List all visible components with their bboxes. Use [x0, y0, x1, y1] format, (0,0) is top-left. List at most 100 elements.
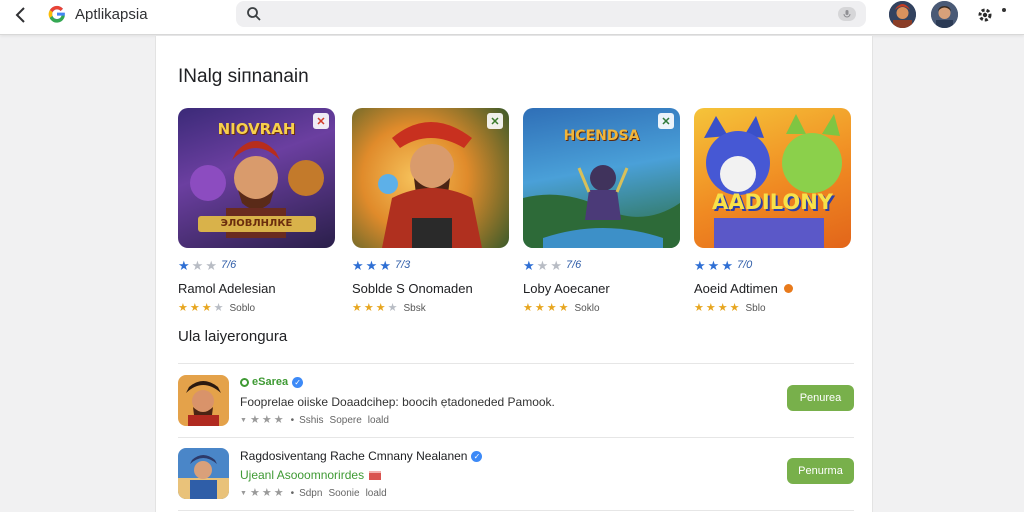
app-subtext: Sblo [745, 303, 766, 314]
developer-text: Ujeanl Asooomnorirdes [240, 468, 365, 482]
verified-icon: ✓ [292, 376, 304, 388]
star-icon: ★ [273, 414, 284, 426]
search-bar[interactable] [236, 1, 866, 27]
thumbnail-title: HCENDSA [563, 128, 640, 144]
star-icon: ★ [363, 302, 374, 314]
meta-text: Sshis [299, 415, 324, 426]
divider [178, 437, 854, 438]
list-item-description: Fooprelae oiiske Doaadcihep: boocih ẹtad… [240, 395, 555, 409]
list-item-title[interactable]: eSarea ✓ [240, 376, 304, 388]
featured-app-card[interactable]: AADILONY ★ ★ ★ 7/0 Aoeid Adtimen ★ ★ ★ ★… [694, 108, 854, 315]
settings-icon[interactable] [974, 4, 996, 26]
install-button[interactable]: Penurma [787, 458, 854, 484]
featured-section-title: INalg siпnanain [178, 66, 309, 87]
app-name[interactable]: Aoeid Adtimen [694, 281, 854, 296]
app-name[interactable]: Soblde S Onomaden [352, 281, 512, 296]
rating-row: ★ ★ ★ 7/6 [523, 258, 683, 272]
separator-dot: • [290, 488, 295, 499]
divider [178, 363, 854, 364]
star-icon: ★ [189, 302, 200, 314]
featured-app-card[interactable]: NIOVRAH ЭЛОВЛНЛКЕ ✕ ★ ★ ★ 7/6 Ramol Adel… [178, 108, 338, 315]
rating-row: ★ ★ ★ 7/3 [352, 258, 512, 272]
star-icon: ★ [694, 302, 704, 314]
meta-text: Soonie [328, 488, 360, 499]
star-icon: ★ [178, 302, 188, 314]
app-thumbnail[interactable]: HCENDSA ✕ [523, 108, 680, 248]
voice-search-icon[interactable] [838, 7, 856, 21]
star-icon: ★ [729, 302, 740, 314]
list-item[interactable]: eSarea ✓ Fooprelae oiiske Doaadcihep: bo… [178, 373, 854, 433]
separator-dot: • [290, 415, 295, 426]
star-icon: ★ [273, 487, 284, 499]
app-name[interactable]: Loby Aoecaner [523, 281, 683, 296]
rating-value: 7/6 [220, 259, 237, 271]
star-icon: ▼ [240, 490, 247, 497]
app-name-text: Aoeid Adtimen [694, 281, 778, 296]
app-thumbnail[interactable]: AADILONY [694, 108, 851, 248]
star-icon: ★ [191, 257, 204, 273]
top-app-bar: Aptlikapsia [0, 0, 1024, 35]
meta-text: Sopere [329, 415, 362, 426]
thumbnail-title: NIOVRAH [217, 120, 296, 138]
app-title-text: Ragdosiventang Rache Cmnany Nealanen [240, 449, 468, 463]
search-icon[interactable] [246, 6, 262, 22]
app-icon[interactable] [178, 375, 229, 426]
rating-row: ★ ★ ★ 7/0 [694, 258, 854, 272]
star-icon: ★ [205, 257, 217, 273]
rating-value: 7/6 [565, 259, 582, 271]
main-content-panel: INalg siпnanain NIOVRAH ЭЛОВЛНЛКЕ ✕ ★ ★ … [155, 36, 873, 512]
list-item-subtitle: Ujeanl Asooomnorirdes [240, 468, 382, 482]
app-subinfo: ★ ★ ★ ★ Soblo [178, 302, 338, 315]
close-icon[interactable]: ✕ [487, 113, 503, 129]
thumbnail-title: AADILONY [711, 190, 834, 214]
star-icon: ★ [523, 302, 533, 314]
verified-icon: ✓ [471, 450, 483, 462]
app-title: Aptlikapsia [75, 6, 148, 23]
install-button[interactable]: Penurea [787, 385, 854, 411]
list-section-title: Ula laiyerongura [178, 328, 288, 345]
divider [178, 510, 854, 511]
list-item-meta: ▼ ★ ★ ★ • Sdpn Soonie loald [240, 487, 387, 500]
star-icon: ★ [201, 302, 212, 314]
star-icon: ★ [213, 302, 224, 314]
flag-icon [369, 470, 382, 480]
close-icon[interactable]: ✕ [313, 113, 329, 129]
star-icon: ★ [705, 302, 716, 314]
star-icon: ★ [536, 257, 549, 273]
star-icon: ★ [365, 257, 378, 273]
app-icon[interactable] [178, 448, 229, 499]
app-thumbnail[interactable]: NIOVRAH ЭЛОВЛНЛКЕ ✕ [178, 108, 335, 248]
list-item[interactable]: Ragdosiventang Rache Cmnany Nealanen ✓ U… [178, 446, 854, 506]
list-item-meta: ▼ ★ ★ ★ • Sshis Sopere loald [240, 414, 389, 427]
back-arrow-icon[interactable] [10, 4, 32, 26]
google-logo-icon [46, 3, 68, 25]
search-input[interactable] [262, 1, 838, 27]
rating-value: 7/3 [394, 259, 411, 271]
star-icon: ★ [550, 257, 562, 273]
app-subinfo: ★ ★ ★ ★ Sbsk [352, 302, 512, 315]
rating-value: 7/0 [736, 259, 753, 271]
star-icon: ★ [558, 302, 569, 314]
featured-app-card[interactable]: HCENDSA ✕ ★ ★ ★ 7/6 Loby Aoecaner ★ ★ ★ … [523, 108, 683, 315]
star-icon: ★ [178, 257, 190, 273]
star-icon: ★ [375, 302, 386, 314]
badge-icon [784, 284, 794, 293]
app-thumbnail[interactable]: ✕ [352, 108, 509, 248]
avatar[interactable] [889, 1, 916, 28]
more-options-icon[interactable] [1002, 8, 1006, 12]
star-icon: ★ [352, 302, 362, 314]
avatar[interactable] [931, 1, 958, 28]
rating-row: ★ ★ ★ 7/6 [178, 258, 338, 272]
star-icon: ★ [261, 414, 272, 426]
list-item-title[interactable]: Ragdosiventang Rache Cmnany Nealanen ✓ [240, 449, 483, 463]
app-name[interactable]: Ramol Adelesian [178, 281, 338, 296]
close-icon[interactable]: ✕ [658, 113, 674, 129]
meta-text: loald [367, 415, 389, 426]
featured-app-card[interactable]: ✕ ★ ★ ★ 7/3 Soblde S Onomaden ★ ★ ★ ★ Sb… [352, 108, 512, 315]
star-icon: ★ [534, 302, 545, 314]
star-icon: ★ [249, 414, 260, 426]
star-icon: ★ [721, 257, 733, 273]
star-icon: ▼ [240, 417, 247, 424]
star-icon: ★ [694, 257, 706, 273]
app-subinfo: ★ ★ ★ ★ Soklo [523, 302, 683, 315]
